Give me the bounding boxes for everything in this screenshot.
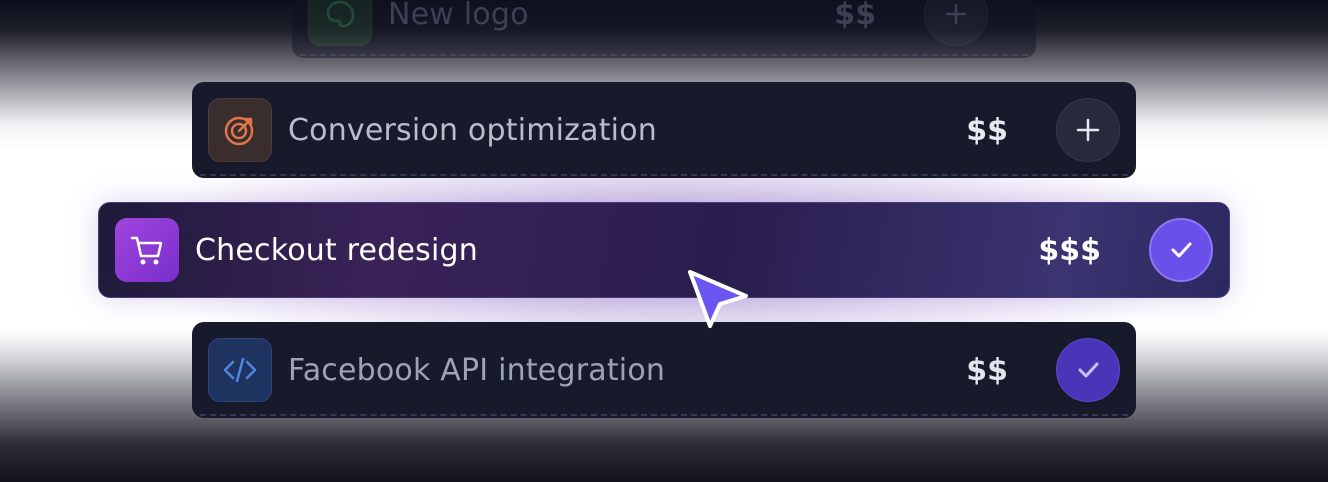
price-tier: $$ xyxy=(966,112,1008,148)
selected-check-button[interactable] xyxy=(1149,218,1213,282)
service-row-checkout-redesign[interactable]: Checkout redesign $$$ xyxy=(98,202,1230,298)
plus-icon xyxy=(1076,118,1100,142)
service-label: Checkout redesign xyxy=(195,232,478,268)
pointer-cursor-icon xyxy=(684,266,754,336)
code-icon xyxy=(208,338,272,402)
palette-icon xyxy=(308,0,372,46)
shopping-cart-icon xyxy=(115,218,179,282)
service-row-new-logo[interactable]: New logo $$ xyxy=(292,0,1036,58)
price-tier: $$ xyxy=(834,0,876,32)
check-icon xyxy=(1171,242,1192,258)
service-row-facebook-api-integration[interactable]: Facebook API integration $$ xyxy=(192,322,1136,418)
service-label: Facebook API integration xyxy=(288,352,666,388)
service-label: Conversion optimization xyxy=(288,112,657,148)
service-label: New logo xyxy=(388,0,529,32)
add-button[interactable] xyxy=(924,0,988,46)
price-tier: $$$ xyxy=(1038,232,1101,268)
check-icon xyxy=(1078,362,1099,378)
price-tier: $$ xyxy=(966,352,1008,388)
service-row-conversion-optimization[interactable]: Conversion optimization $$ xyxy=(192,82,1136,178)
add-button[interactable] xyxy=(1056,98,1120,162)
target-icon xyxy=(208,98,272,162)
selected-check-button[interactable] xyxy=(1056,338,1120,402)
plus-icon xyxy=(945,3,967,25)
